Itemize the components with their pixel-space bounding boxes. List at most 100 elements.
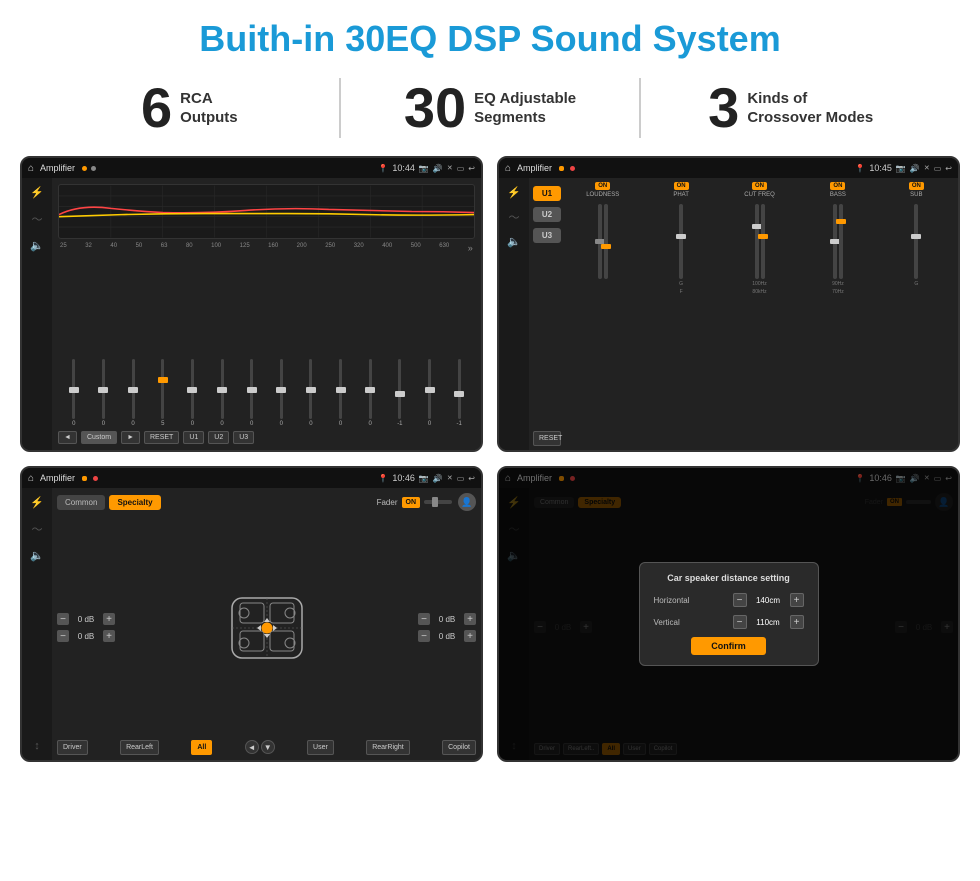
fader-home-icon[interactable]: ⌂ (28, 473, 34, 484)
confirm-button[interactable]: Confirm (691, 637, 766, 655)
slider-11[interactable]: 0 (356, 256, 384, 427)
xo-sub-on[interactable]: ON (909, 182, 924, 190)
xo-cutfreq-on[interactable]: ON (752, 182, 767, 190)
eq-wave-icon[interactable]: 〜 (32, 211, 43, 227)
horizontal-plus-btn[interactable]: + (790, 593, 804, 607)
fader-time: 10:46 (392, 473, 415, 483)
freq-100: 100 (211, 243, 221, 253)
fader-filter-icon[interactable]: ⚡ (30, 496, 44, 509)
stat-rca: 6 RCA Outputs (40, 80, 339, 136)
driver-btn[interactable]: Driver (57, 740, 88, 755)
xo-filter-icon[interactable]: ⚡ (507, 186, 521, 199)
xo-channels-area: ON LOUDNESS ON PHAT G (565, 182, 954, 446)
slider-7[interactable]: 0 (238, 256, 266, 427)
vertical-label: Vertical (654, 618, 709, 627)
xo-reset-btn[interactable]: RESET (533, 431, 561, 446)
fader-back-icon[interactable]: ↩ (468, 474, 475, 483)
slider-4[interactable]: 5 (149, 256, 177, 427)
vol-minus-2[interactable]: − (57, 630, 69, 642)
stat-number-eq: 30 (404, 80, 466, 136)
fader-spk-icon[interactable]: 🔈 (30, 549, 44, 562)
xo-back-icon[interactable]: ↩ (945, 164, 952, 173)
slider-1[interactable]: 0 (60, 256, 88, 427)
profile-icon[interactable]: 👤 (458, 493, 476, 511)
distance-screen: ⌂ Amplifier 📍 10:46 📷 🔊 ✕ ▭ ↩ ⚡ 〜 🔈 ↕ C (497, 466, 960, 762)
home-icon[interactable]: ⌂ (28, 163, 34, 174)
vol-plus-4[interactable]: + (464, 630, 476, 642)
nav-left-arrow[interactable]: ◄ (245, 740, 259, 754)
play-indicator (91, 166, 96, 171)
fader-specialty-tab[interactable]: Specialty (109, 495, 160, 510)
back-icon[interactable]: ↩ (468, 164, 475, 173)
xo-loudness-on[interactable]: ON (595, 182, 610, 190)
xo-u1-btn[interactable]: U1 (533, 186, 561, 201)
reset-button[interactable]: RESET (144, 431, 179, 444)
xo-u3-btn[interactable]: U3 (533, 228, 561, 243)
copilot-btn[interactable]: Copilot (442, 740, 476, 755)
eq-filter-icon[interactable]: ⚡ (30, 186, 44, 199)
slider-8[interactable]: 0 (267, 256, 295, 427)
vol-row-2: − 0 dB + (57, 630, 115, 642)
user-btn[interactable]: User (307, 740, 334, 755)
rearright-btn[interactable]: RearRight (366, 740, 410, 755)
vol-plus-2[interactable]: + (103, 630, 115, 642)
xo-rec-dot (570, 166, 575, 171)
xo-spk-icon[interactable]: 🔈 (507, 235, 521, 248)
fader-music-dot (82, 476, 87, 481)
vol-plus-3[interactable]: + (464, 613, 476, 625)
fader-on-btn[interactable]: ON (402, 497, 421, 508)
vertical-minus-btn[interactable]: − (733, 615, 747, 629)
vertical-plus-btn[interactable]: + (790, 615, 804, 629)
slider-9[interactable]: 0 (297, 256, 325, 427)
arrow-more[interactable]: » (468, 243, 473, 253)
vol-minus-3[interactable]: − (418, 613, 430, 625)
fader-x-icon: ✕ (447, 474, 453, 482)
slider-3[interactable]: 0 (119, 256, 147, 427)
nav-down-arrow[interactable]: ▼ (261, 740, 275, 754)
xo-phat-on[interactable]: ON (674, 182, 689, 190)
xo-wave-icon[interactable]: 〜 (509, 209, 520, 225)
xo-sub-label: SUB (910, 192, 922, 198)
fader-wave-icon[interactable]: 〜 (32, 521, 43, 537)
slider-12[interactable]: -1 (386, 256, 414, 427)
eq-speaker-icon[interactable]: 🔈 (30, 239, 44, 252)
slider-10[interactable]: 0 (327, 256, 355, 427)
dialog-overlay: Car speaker distance setting Horizontal … (499, 468, 958, 760)
horizontal-control: − 140cm + (733, 593, 804, 607)
xo-home-icon[interactable]: ⌂ (505, 163, 511, 174)
slider-5[interactable]: 0 (179, 256, 207, 427)
fader-bat-icon: ▭ (457, 474, 465, 483)
fader-arrow-icon[interactable]: ↕ (34, 740, 40, 752)
custom-button[interactable]: Custom (81, 431, 117, 444)
slider-13[interactable]: 0 (416, 256, 444, 427)
dialog-vertical-row: Vertical − 110cm + (654, 615, 804, 629)
freq-320: 320 (354, 243, 364, 253)
freq-32: 32 (85, 243, 92, 253)
u2-button[interactable]: U2 (208, 431, 229, 444)
fader-slider-row[interactable] (424, 500, 454, 504)
xo-screen-content: ⚡ 〜 🔈 U1 U2 U3 RESET ON LOUDNESS (499, 178, 958, 450)
xo-bass-slider (833, 204, 843, 279)
u1-button[interactable]: U1 (183, 431, 204, 444)
xo-u2-btn[interactable]: U2 (533, 207, 561, 222)
freq-80: 80 (186, 243, 193, 253)
next-button[interactable]: ► (121, 431, 140, 444)
freq-25: 25 (60, 243, 67, 253)
rearleft-btn[interactable]: RearLeft (120, 740, 159, 755)
u3-button[interactable]: U3 (233, 431, 254, 444)
fader-vol-icon: 🔊 (433, 474, 443, 483)
horizontal-minus-btn[interactable]: − (733, 593, 747, 607)
prev-button[interactable]: ◄ (58, 431, 77, 444)
vol-minus-4[interactable]: − (418, 630, 430, 642)
slider-2[interactable]: 0 (90, 256, 118, 427)
all-btn[interactable]: All (191, 740, 212, 755)
vol-plus-1[interactable]: + (103, 613, 115, 625)
slider-14[interactable]: -1 (445, 256, 473, 427)
freq-400: 400 (382, 243, 392, 253)
eq-left-sidebar: ⚡ 〜 🔈 (22, 178, 52, 450)
xo-bass-on[interactable]: ON (830, 182, 845, 190)
slider-6[interactable]: 0 (208, 256, 236, 427)
vol-minus-1[interactable]: − (57, 613, 69, 625)
stat-crossover: 3 Kinds of Crossover Modes (641, 80, 940, 136)
fader-common-tab[interactable]: Common (57, 495, 105, 510)
